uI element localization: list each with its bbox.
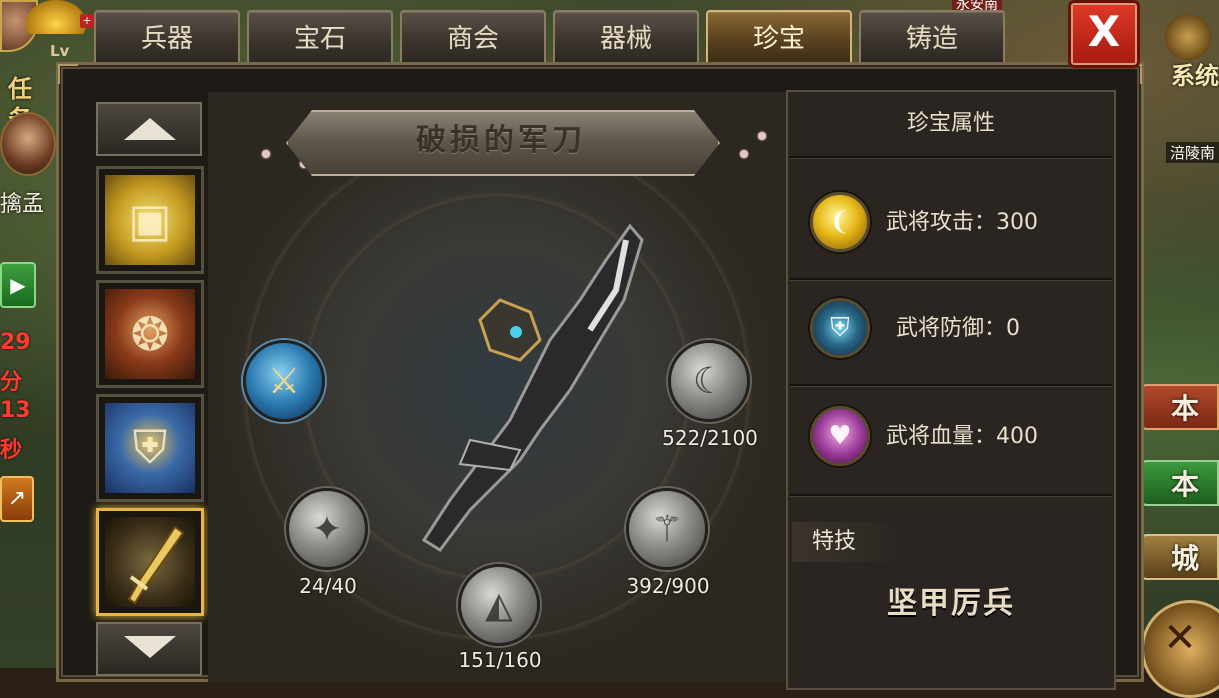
blade-icon (105, 517, 195, 607)
tab-forge[interactable]: 铸造 (859, 10, 1005, 62)
hp-icon: ♥ (810, 406, 870, 466)
level-label: Lv (50, 42, 70, 60)
close-button[interactable]: X (1068, 0, 1140, 68)
defense-icon: ⛨ (810, 298, 870, 358)
plus-icon[interactable]: + (80, 14, 94, 28)
material-blade-tip[interactable]: ☾ (668, 340, 750, 422)
blade-fragment-icon: ◭ (485, 584, 513, 626)
broken-saber-image (421, 223, 644, 553)
gold-ingot-icon[interactable] (26, 0, 86, 34)
tab-gems[interactable]: 宝石 (247, 10, 393, 62)
book-icon: ▣ (105, 175, 195, 265)
quest-target-name[interactable]: 擒孟 (0, 186, 44, 218)
countdown-minutes: 29 (0, 330, 31, 355)
corner-close-icon[interactable]: ✕ (1141, 600, 1219, 698)
tab-equipment[interactable]: 器械 (553, 10, 699, 62)
countdown-minutes-unit: 分 (0, 370, 23, 395)
item-slot-shield[interactable]: ⛨ (96, 394, 204, 502)
side-button-city[interactable]: 城 (1139, 534, 1219, 580)
hp-value: 武将血量：400 (886, 424, 1038, 449)
defense-value: 武将防御：0 (896, 316, 1020, 341)
attribute-row-attack: ❨ 武将攻击：300 (790, 170, 1112, 274)
attack-icon: ❨ (810, 192, 870, 252)
divider (790, 156, 1112, 159)
tab-guild[interactable]: 商会 (400, 10, 546, 62)
attributes-title: 珍宝属性 (906, 111, 995, 136)
corner-ornament (58, 64, 78, 84)
material-count: 24/40 (299, 574, 357, 598)
quest-target-avatar[interactable] (0, 112, 56, 176)
material-count: 392/900 (626, 574, 710, 598)
material-blade-spike[interactable]: ◭ (458, 564, 540, 646)
attack-value: 武将攻击：300 (886, 210, 1038, 235)
shield-icon: ⛨ (105, 403, 195, 493)
material-blue-hilt[interactable]: ⚔ (243, 340, 325, 422)
material-blade-guard[interactable]: ✦ (286, 488, 368, 570)
right-hud: 系统 涪陵南 本 本 城 ✕ (1139, 0, 1219, 698)
flower-decoration (758, 132, 766, 140)
item-slot-book[interactable]: ▣ (96, 166, 204, 274)
treasure-title: 破损的军刀 (416, 123, 586, 158)
material-count: 522/2100 (662, 426, 758, 450)
skill-name: 坚甲厉兵 (887, 586, 1015, 621)
divider (790, 494, 1112, 497)
blade-fragment-icon: ⚚ (650, 508, 684, 550)
flower-decoration (262, 150, 270, 158)
city-label: 涪陵南 (1165, 142, 1219, 163)
system-button-label[interactable]: 系统 (1171, 56, 1219, 91)
skill-tab: 特技 (792, 522, 904, 562)
attribute-row-hp: ♥ 武将血量：400 (790, 384, 1112, 488)
material-blade-edge[interactable]: ⚚ (626, 488, 708, 570)
tab-weapons[interactable]: 兵器 (94, 10, 240, 62)
armor-icon: ❂ (105, 289, 195, 379)
expand-arrow-icon[interactable]: ↗ (0, 476, 34, 522)
item-slot-blade[interactable] (96, 508, 204, 616)
scroll-up-arrow-icon[interactable] (96, 102, 202, 156)
blade-fragment-icon: ☾ (692, 360, 726, 402)
side-button-instance-2[interactable]: 本 (1139, 460, 1219, 506)
material-count: 151/160 (458, 648, 542, 672)
flower-decoration (740, 150, 748, 158)
countdown-seconds-unit: 秒 (0, 438, 23, 463)
attribute-row-defense: ⛨ 武将防御：0 (790, 276, 1112, 380)
play-icon[interactable]: ▶ (0, 262, 36, 308)
hilt-icon: ⚔ (267, 360, 301, 402)
item-slot-armor[interactable]: ❂ (96, 280, 204, 388)
blade-fragment-icon: ✦ (311, 508, 343, 550)
tab-treasure[interactable]: 珍宝 (706, 10, 852, 62)
countdown-seconds: 13 (0, 398, 31, 423)
side-button-instance-1[interactable]: 本 (1139, 384, 1219, 430)
category-tabs: 兵器 宝石 商会 器械 珍宝 铸造 (94, 10, 1012, 66)
left-hud: + Lv 任务 擒孟 获 ▶ 29 分 13 秒 ↗ (0, 0, 94, 668)
